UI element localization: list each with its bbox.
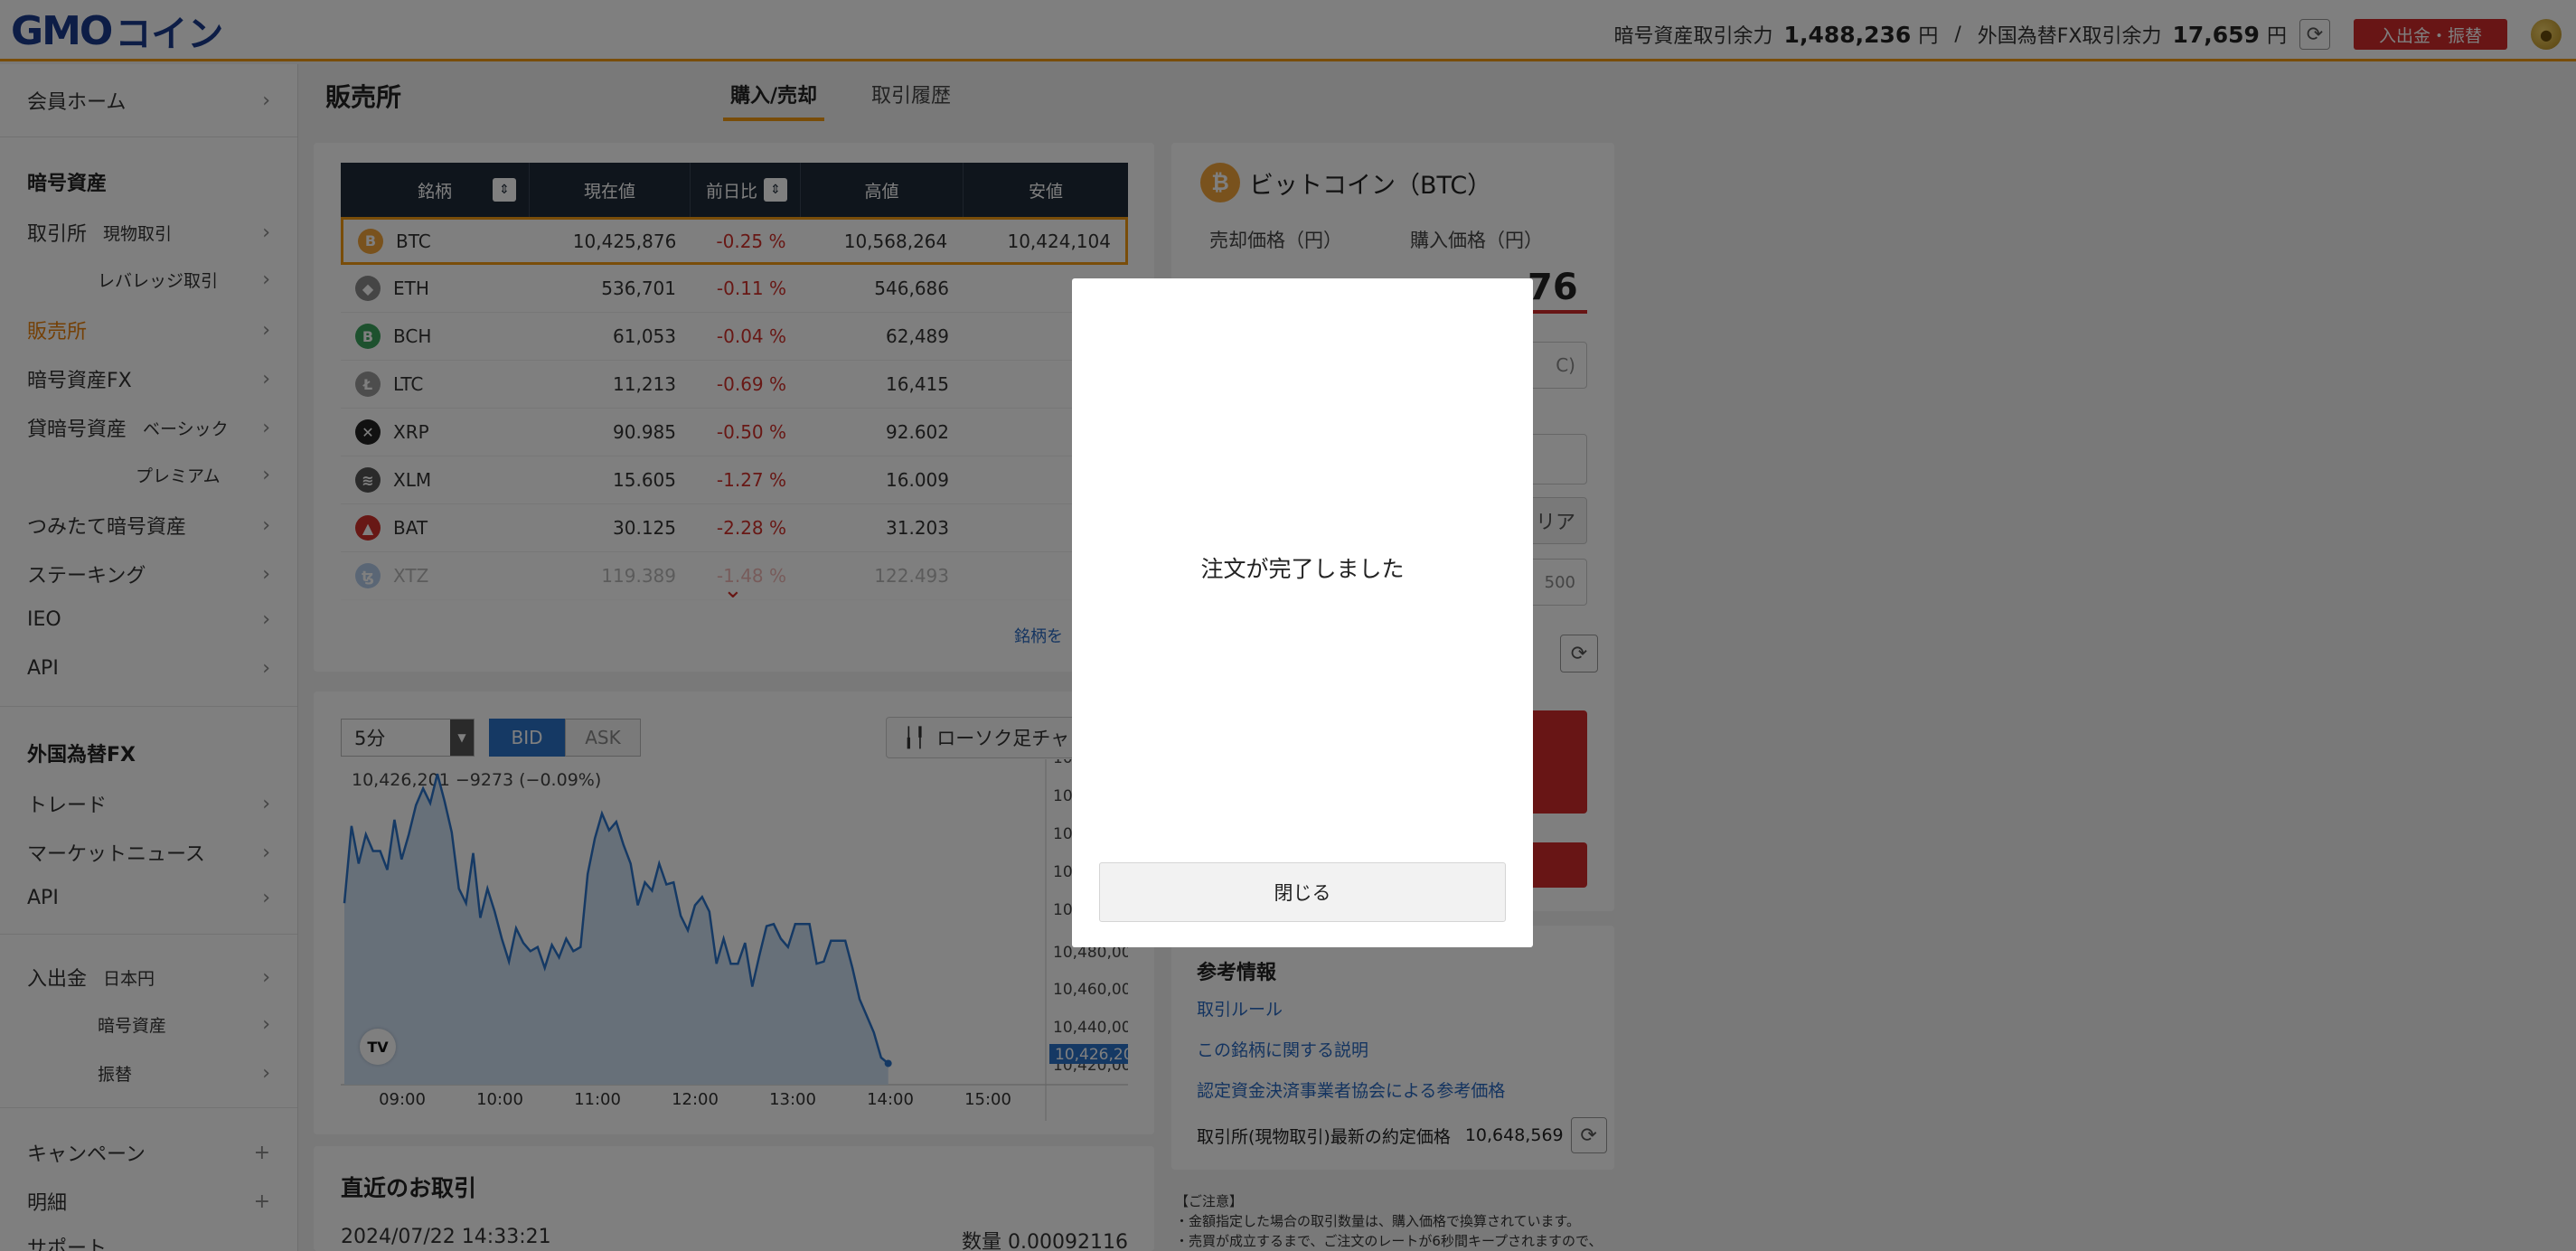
order-complete-message: 注文が完了しました [1200, 556, 1405, 582]
close-button[interactable]: 閉じる [1099, 862, 1506, 922]
order-complete-dialog: 注文が完了しました 閉じる [1072, 278, 1533, 947]
